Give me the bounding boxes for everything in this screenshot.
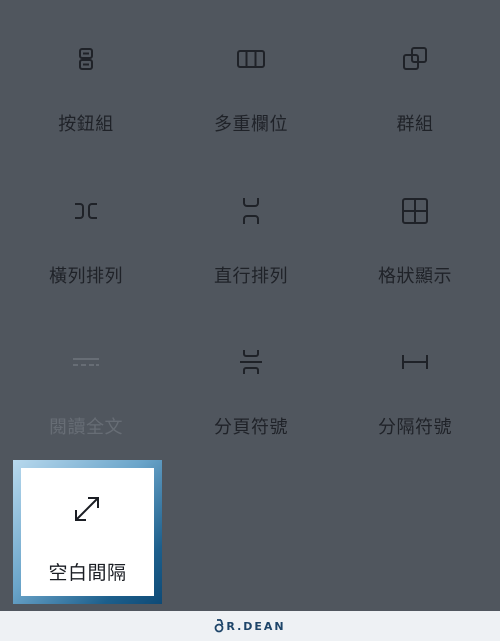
block-spacer-selected[interactable]: 空白間隔 <box>13 460 162 604</box>
block-row[interactable]: 橫列排列 <box>11 169 161 289</box>
block-spacer-card[interactable]: 空白間隔 <box>21 468 154 596</box>
row-icon <box>71 196 101 226</box>
block-label: 直行排列 <box>214 266 288 287</box>
page-break-icon <box>236 347 266 377</box>
block-label: 閱讀全文 <box>49 417 123 438</box>
brand-logo: R.DEAN <box>214 619 285 633</box>
spacer-icon <box>72 494 102 524</box>
block-label: 按鈕組 <box>58 114 114 135</box>
block-separator[interactable]: 分隔符號 <box>340 320 490 440</box>
block-more[interactable]: 閱讀全文 <box>11 320 161 440</box>
separator-icon <box>400 347 430 377</box>
brand-text: R.DEAN <box>226 619 286 633</box>
block-label: 空白間隔 <box>48 562 127 584</box>
footer-bar: R.DEAN <box>0 611 500 641</box>
more-icon <box>71 347 101 377</box>
block-group[interactable]: 群組 <box>340 17 490 137</box>
brand-mark-icon <box>214 619 224 633</box>
block-label: 群組 <box>396 114 434 135</box>
block-label: 分隔符號 <box>378 417 452 438</box>
stack-icon <box>236 196 266 226</box>
block-buttons[interactable]: 按鈕組 <box>11 17 161 137</box>
buttons-icon <box>71 44 101 74</box>
block-label: 多重欄位 <box>214 114 288 135</box>
columns-icon <box>236 44 266 74</box>
group-icon <box>400 44 430 74</box>
block-label: 分頁符號 <box>214 417 288 438</box>
block-inserter-panel: 按鈕組 多重欄位 群組 橫列排列 直行排列 格狀顯示 閱讀全文 分頁符號 分隔符… <box>0 0 500 641</box>
block-label: 格狀顯示 <box>378 266 452 287</box>
block-columns[interactable]: 多重欄位 <box>176 17 326 137</box>
block-page-break[interactable]: 分頁符號 <box>176 320 326 440</box>
block-grid[interactable]: 格狀顯示 <box>340 169 490 289</box>
grid-icon <box>400 196 430 226</box>
block-stack[interactable]: 直行排列 <box>176 169 326 289</box>
block-label: 橫列排列 <box>49 266 123 287</box>
